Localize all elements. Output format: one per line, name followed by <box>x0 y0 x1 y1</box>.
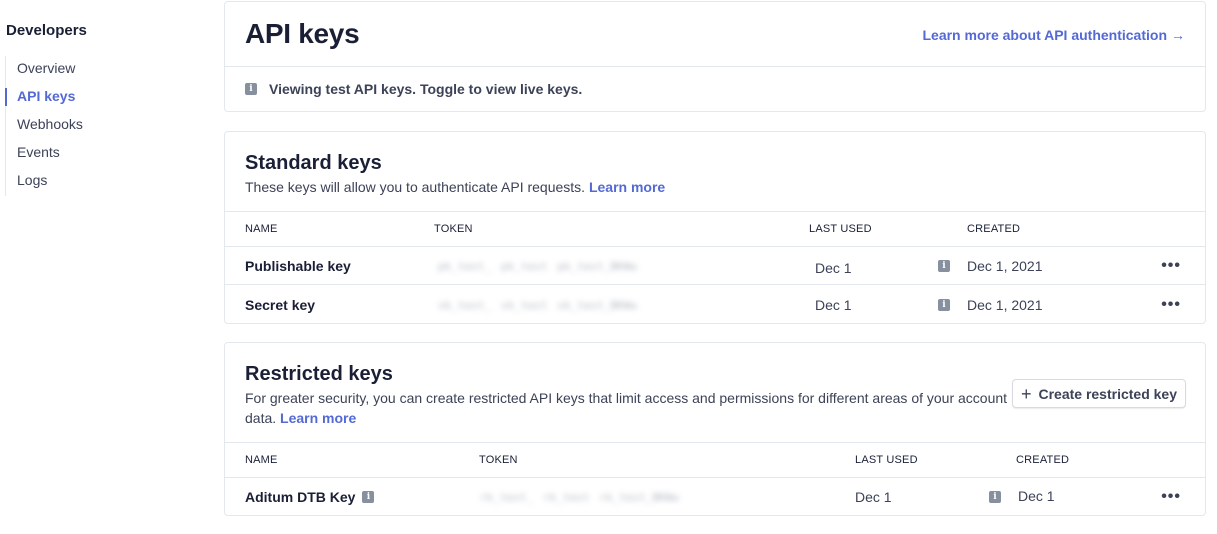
sidebar: Developers Overview API keys Webhooks Ev… <box>0 0 220 534</box>
section-title: Restricted keys <box>245 363 393 385</box>
section-description: These keys will allow you to authenticat… <box>245 177 665 197</box>
info-icon[interactable]: i <box>362 491 375 503</box>
table-row[interactable]: Secret key sk_test_ sk_test sk_test_BKWw… <box>225 286 1205 324</box>
learn-more-link[interactable]: Learn more <box>280 410 356 426</box>
standard-keys-card: Standard keys These keys will allow you … <box>224 131 1206 324</box>
learn-auth-link[interactable]: Learn more about API authentication → <box>922 27 1185 43</box>
learn-more-link[interactable]: Learn more <box>589 179 665 195</box>
column-header-token: TOKEN <box>434 223 473 235</box>
create-restricted-key-label: Create restricted key <box>1038 385 1177 402</box>
plus-icon: + <box>1020 383 1032 404</box>
key-name: Aditum DTB Key i <box>245 489 375 505</box>
info-icon[interactable]: i <box>938 299 950 311</box>
info-icon: i <box>245 83 257 95</box>
column-header-created: CREATED <box>1016 454 1070 466</box>
sidebar-item-logs[interactable]: Logs <box>6 168 185 196</box>
more-horizontal-icon[interactable]: ••• <box>1161 257 1181 275</box>
column-header-last-used: LAST USED <box>809 223 872 235</box>
test-mode-notice: i Viewing test API keys. Toggle to view … <box>245 81 582 97</box>
key-name: Secret key <box>245 297 316 313</box>
token-part: sk_test_BKWw <box>557 299 637 312</box>
token-value[interactable]: sk_test_ sk_test sk_test_BKWw <box>438 299 637 312</box>
sidebar-nav: Overview API keys Webhooks Events Logs <box>5 56 185 196</box>
key-name-label: Aditum DTB Key <box>245 489 356 505</box>
token-part: pk_test_BKWw <box>557 260 637 273</box>
more-horizontal-icon[interactable]: ••• <box>1161 296 1181 314</box>
restricted-keys-card: Restricted keys For greater security, yo… <box>224 342 1206 516</box>
token-part: rk_test_BKWw <box>599 491 679 504</box>
learn-auth-link-label: Learn more about API authentication <box>922 27 1167 43</box>
created-date: Dec 1, 2021 <box>967 258 1043 274</box>
table-header: NAME TOKEN LAST USED CREATED <box>225 211 1205 247</box>
column-header-name: NAME <box>245 454 278 466</box>
created-date: Dec 1, 2021 <box>967 297 1043 313</box>
table-row[interactable]: Aditum DTB Key i rk_test_ rk_test rk_tes… <box>225 478 1205 516</box>
token-part: sk_test_ <box>438 299 491 312</box>
token-part: pk_test <box>500 260 548 273</box>
section-description: For greater security, you can create res… <box>245 388 1015 428</box>
page-title: API keys <box>245 18 360 49</box>
more-horizontal-icon[interactable]: ••• <box>1161 488 1181 506</box>
info-icon[interactable]: i <box>989 491 1001 503</box>
key-name: Publishable key <box>245 258 351 274</box>
arrow-right-icon: → <box>1171 27 1185 43</box>
token-value[interactable]: rk_test_ rk_test rk_test_BKWw <box>480 491 679 504</box>
column-header-last-used: LAST USED <box>855 454 918 466</box>
last-used: Dec 1 <box>815 297 852 313</box>
notice-text: Viewing test API keys. Toggle to view li… <box>269 81 583 97</box>
table-header: NAME TOKEN LAST USED CREATED <box>225 442 1205 478</box>
sidebar-item-webhooks[interactable]: Webhooks <box>6 112 185 140</box>
token-part: rk_test_ <box>480 491 533 504</box>
created-date: Dec 1 <box>1018 488 1055 504</box>
column-header-token: TOKEN <box>479 454 518 466</box>
column-header-created: CREATED <box>967 223 1021 235</box>
token-part: sk_test <box>500 299 548 312</box>
sidebar-item-api-keys[interactable]: API keys <box>5 84 185 112</box>
last-used: Dec 1 <box>855 489 892 505</box>
last-used: Dec 1 <box>815 260 852 276</box>
section-title: Standard keys <box>245 152 382 174</box>
section-description-text: These keys will allow you to authenticat… <box>245 179 586 195</box>
token-part: pk_test_ <box>438 260 491 273</box>
sidebar-item-overview[interactable]: Overview <box>6 56 185 84</box>
table-row[interactable]: Publishable key pk_test_ pk_test pk_test… <box>225 247 1205 285</box>
sidebar-item-events[interactable]: Events <box>6 140 185 168</box>
info-icon[interactable]: i <box>938 260 950 272</box>
token-part: rk_test <box>542 491 590 504</box>
api-keys-header-card: API keys Learn more about API authentica… <box>224 1 1206 112</box>
column-header-name: NAME <box>245 223 278 235</box>
divider <box>225 66 1205 67</box>
sidebar-title: Developers <box>6 22 87 39</box>
token-value[interactable]: pk_test_ pk_test pk_test_BKWw <box>438 260 637 273</box>
create-restricted-key-button[interactable]: + Create restricted key <box>1011 379 1186 408</box>
section-description-text: For greater security, you can create res… <box>245 390 1008 426</box>
